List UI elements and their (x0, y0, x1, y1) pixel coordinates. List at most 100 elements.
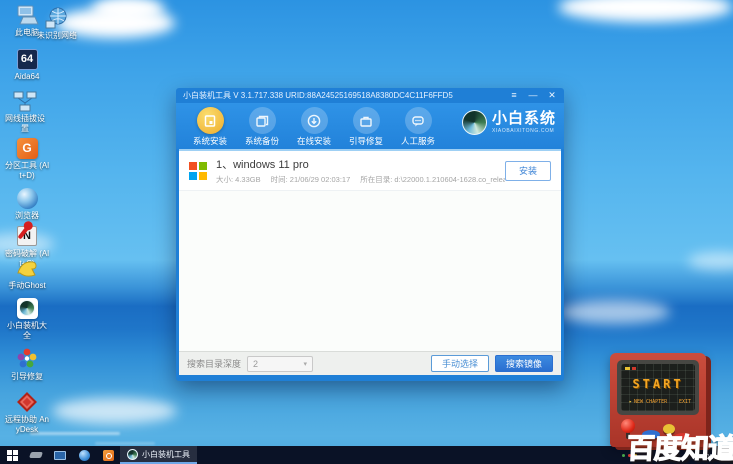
image-size: 大小: 4.33GB (216, 175, 261, 184)
arcade-start-text: START (632, 377, 684, 391)
desktop-icon-anydesk[interactable]: 远程协助 AnyDesk (4, 390, 50, 434)
taskbar-app-label: 小白装机工具 (142, 449, 190, 459)
network-globe-icon (45, 6, 69, 30)
diskgenius-badge: G (16, 137, 38, 159)
wave-streak (95, 442, 155, 445)
tab-human-service[interactable]: 人工服务 (392, 105, 444, 147)
tab-boot-repair[interactable]: 引导修复 (340, 105, 392, 147)
desktop-icon-label: 远程协助 AnyDesk (4, 415, 49, 434)
search-image-button[interactable]: 搜索镜像 (495, 355, 553, 372)
depth-label: 搜索目录深度 (187, 359, 242, 369)
image-title: 1、windows 11 pro (216, 159, 309, 171)
xiaobai-logo-icon (15, 296, 39, 320)
tab-label: 系统备份 (244, 136, 279, 146)
search-app-icon (102, 449, 114, 461)
tab-bar: 系统安装 系统备份 在线安装 引导修复 人工服务 小白系统 XIAOBAIXIT… (176, 103, 564, 149)
tab-label: 人工服务 (400, 136, 435, 146)
xiaobai-taskbar-icon (127, 448, 138, 460)
taskbar-item-4[interactable] (96, 446, 120, 464)
window-title: 小白装机工具 V 3.1.717.338 URID:88A24525169518… (183, 91, 453, 100)
baidu-zhidao-watermark: 百度知道 (626, 432, 733, 464)
toolbox-icon (352, 107, 380, 134)
close-icon[interactable]: ✕ (547, 91, 557, 100)
aida64-icon: 64 (15, 47, 39, 71)
cloud (52, 398, 177, 424)
arcade-screen: START ▸ NEW CHAPTER EXIT (621, 364, 695, 411)
monitor-icon (54, 450, 66, 460)
diskgenius-icon: G (15, 136, 39, 160)
depth-value: 2 (253, 358, 259, 369)
cursor-icon: ▸ (629, 399, 633, 405)
windows-start-icon (6, 449, 18, 461)
desktop-icon-label: 未识别网络 (37, 31, 77, 40)
tab-label: 系统安装 (192, 136, 227, 146)
desktop-icon-browser[interactable]: 浏览器 (4, 186, 50, 221)
ghost-bird-icon (15, 256, 39, 280)
arcade-menu-new: NEW CHAPTER (634, 399, 668, 405)
cloud (688, 252, 733, 270)
tab-online-install[interactable]: 在线安装 (288, 105, 340, 147)
image-time: 时间: 21/06/29 02:03:17 (270, 175, 351, 184)
window-footer: 搜索目录深度 2 ▾ 手动选择 搜索镜像 (179, 351, 561, 375)
pinwheel-icon (15, 347, 39, 371)
taskbar-item-1[interactable] (24, 446, 48, 464)
anydesk-icon (15, 390, 39, 414)
desktop-icon-boot-repair[interactable]: 引导修复 (4, 347, 50, 382)
arcade-screen-bezel: START ▸ NEW CHAPTER EXIT (617, 360, 699, 415)
cloud (558, 300, 670, 324)
desktop-icon-ghost[interactable]: 手动Ghost (4, 256, 50, 291)
brand-name: 小白系统 (491, 110, 556, 127)
backup-copies-icon (248, 107, 276, 134)
desktop-icon-label: 网线插拔设置 (5, 114, 45, 133)
taskbar-item-2[interactable] (48, 446, 72, 464)
browser-icon (15, 186, 39, 210)
start-button[interactable] (0, 446, 24, 464)
tab-system-backup[interactable]: 系统备份 (236, 105, 288, 147)
chevron-down-icon: ▾ (303, 360, 308, 368)
aida64-badge: 64 (16, 48, 38, 70)
manual-select-button[interactable]: 手动选择 (431, 355, 489, 372)
image-list: 1、windows 11 pro 大小: 4.33GB 时间: 21/06/29… (179, 151, 561, 351)
app-icon (29, 452, 43, 458)
desktop-icon-xiaobai-suite[interactable]: 小白装机大全 (4, 296, 50, 340)
tab-label: 引导修复 (348, 136, 383, 146)
windows-logo-icon (189, 161, 207, 180)
desktop-icon-diskgenius[interactable]: G 分区工具 (Alt+D) (4, 136, 50, 180)
chat-bubble-icon (404, 107, 432, 134)
list-item-windows11[interactable]: 1、windows 11 pro 大小: 4.33GB 时间: 21/06/29… (179, 151, 561, 191)
arcade-menu-exit: EXIT (678, 399, 691, 405)
lan-devices-icon (13, 89, 37, 113)
tray-dot-icon (622, 453, 625, 457)
taskbar-active-app[interactable]: 小白装机工具 (120, 446, 197, 464)
image-path: 所在目录: d:\22000.1.210604-1628.co_release_… (360, 175, 505, 184)
download-circle-icon (300, 107, 328, 134)
desktop-icon-label: 引导修复 (11, 372, 43, 381)
install-box-icon (196, 107, 224, 134)
desktop-icon-label: 分区工具 (Alt+D) (5, 161, 49, 180)
brand: 小白系统 XIAOBAIXITONG.COM (461, 105, 558, 135)
desktop-icon-label: Aida64 (14, 72, 40, 81)
install-button[interactable]: 安装 (505, 160, 551, 181)
menu-icon[interactable]: ≡ (509, 91, 519, 100)
depth-select[interactable]: 2 ▾ (247, 355, 314, 372)
browser-globe-icon (78, 449, 90, 461)
nt-password-icon: N (15, 224, 39, 248)
desktop-icon-aida64[interactable]: 64 Aida64 (4, 47, 50, 82)
cloud (558, 0, 733, 22)
desktop: 此电脑 未识别网络 64 Aida64 网线插拔设置 G 分区工具 (Alt+D… (0, 0, 733, 464)
desktop-icon-label: 小白装机大全 (7, 321, 47, 340)
taskbar: 小白装机工具 2021/1/3 (0, 446, 733, 464)
taskbar-item-3[interactable] (72, 446, 96, 464)
tab-label: 在线安装 (296, 136, 331, 146)
xiaobai-install-window: 小白装机工具 V 3.1.717.338 URID:88A24525169518… (176, 88, 564, 381)
minimize-icon[interactable]: — (528, 91, 538, 100)
tab-system-install[interactable]: 系统安装 (184, 105, 236, 147)
window-titlebar[interactable]: 小白装机工具 V 3.1.717.338 URID:88A24525169518… (176, 88, 564, 103)
brand-domain: XIAOBAIXITONG.COM (491, 128, 555, 134)
desktop-icon-label: 浏览器 (15, 211, 39, 220)
brand-globe-icon (461, 110, 487, 135)
desktop-icon-label: 手动Ghost (8, 281, 46, 290)
arcade-score-icons (625, 367, 636, 370)
desktop-icon-network[interactable]: 未识别网络 (34, 6, 80, 41)
desktop-icon-lan-devices[interactable]: 网线插拔设置 (2, 89, 48, 133)
